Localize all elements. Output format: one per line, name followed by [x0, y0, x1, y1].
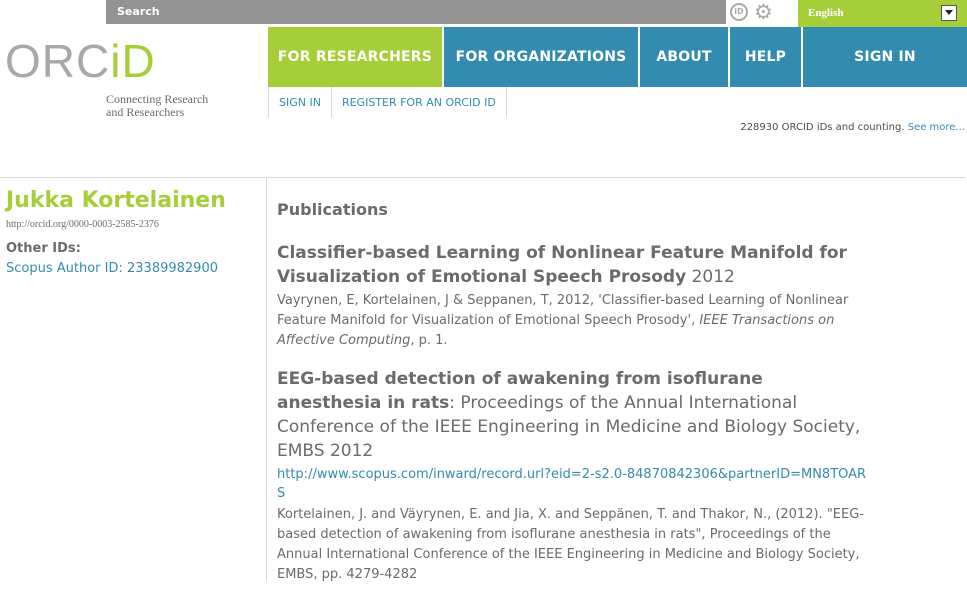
publication-year: 2012 [691, 267, 735, 287]
publications-section: Publications Classifier-based Learning o… [277, 200, 867, 601]
main-nav: FOR RESEARCHERS FOR ORGANIZATIONS ABOUT … [268, 27, 967, 87]
divider [0, 177, 966, 178]
publication-title: Classifier-based Learning of Nonlinear F… [277, 241, 867, 289]
counter-text: 228930 ORCID iDs and counting. [740, 122, 908, 133]
search-label: Search [117, 5, 160, 18]
researcher-name: Jukka Kortelainen [6, 188, 226, 213]
orcid-search-icon[interactable]: iD [730, 3, 748, 21]
tagline-line2: and Researchers [106, 105, 185, 119]
nav-sign-in[interactable]: SIGN IN [801, 27, 967, 87]
nav-for-researchers[interactable]: FOR RESEARCHERS [268, 27, 442, 87]
logo-id-text: iD [110, 35, 156, 87]
column-divider [266, 177, 267, 581]
publications-heading: Publications [277, 200, 388, 219]
gear-icon[interactable]: ⚙ [754, 1, 773, 23]
orcid-url[interactable]: http://orcid.org/0000-0003-2585-2376 [6, 219, 159, 230]
orcid-logo[interactable]: ORCiD [5, 38, 156, 84]
nav-for-organizations[interactable]: FOR ORGANIZATIONS [442, 27, 638, 87]
scopus-author-id-link[interactable]: Scopus Author ID: 23389982900 [6, 261, 218, 276]
search-tools: iD ⚙ [726, 0, 798, 24]
subnav-register[interactable]: REGISTER FOR AN ORCID ID [330, 87, 507, 117]
publication-title: EEG-based detection of awakening from is… [277, 367, 867, 463]
language-select[interactable]: English [798, 0, 967, 27]
orcid-counter: 228930 ORCID iDs and counting. See more.… [740, 122, 965, 133]
sub-nav: SIGN IN REGISTER FOR AN ORCID ID [268, 87, 507, 117]
subnav-sign-in[interactable]: SIGN IN [268, 87, 331, 117]
publication-item: Classifier-based Learning of Nonlinear F… [277, 241, 867, 351]
publication-item: EEG-based detection of awakening from is… [277, 367, 867, 585]
logo-text: ORC [5, 35, 111, 87]
publication-citation: Kortelainen, J. and Väyrynen, E. and Jia… [277, 507, 864, 582]
search-bar[interactable]: Search [106, 0, 726, 24]
nav-help[interactable]: HELP [728, 27, 801, 87]
see-more-link[interactable]: See more... [908, 122, 965, 133]
publication-url-link[interactable]: http://www.scopus.com/inward/record.url?… [277, 465, 867, 503]
chevron-down-icon[interactable] [941, 5, 957, 21]
other-ids-label: Other IDs: [6, 241, 81, 256]
citation-pages: , p. 1. [410, 333, 448, 348]
nav-about[interactable]: ABOUT [638, 27, 728, 87]
language-selected: English [808, 7, 844, 19]
tagline: Connecting Research and Researchers [106, 93, 266, 119]
publication-title-text: Classifier-based Learning of Nonlinear F… [277, 243, 847, 287]
publication-citation: Vayrynen, E, Kortelainen, J & Seppanen, … [277, 291, 867, 351]
